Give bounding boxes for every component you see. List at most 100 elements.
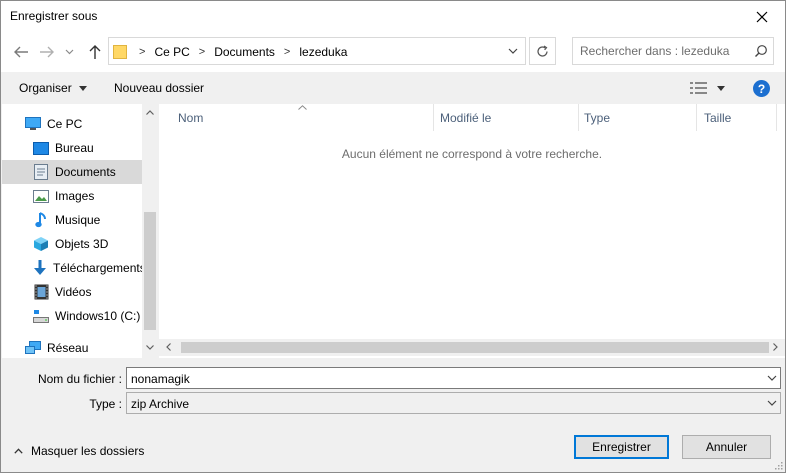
column-header-label: Type: [584, 110, 611, 125]
sidebar-item-label: Images: [55, 189, 95, 203]
arrow-left-icon: [14, 46, 28, 58]
videos-icon: [33, 284, 49, 300]
computer-icon: [25, 116, 41, 132]
3d-objects-icon: [33, 236, 49, 252]
caret-down-icon: [78, 85, 87, 91]
empty-message: Aucun élément ne correspond à votre rech…: [341, 147, 603, 161]
save-as-dialog: Enregistrer sous > Ce PC > Documents > l…: [0, 0, 786, 473]
sidebar-item-bureau[interactable]: Bureau: [2, 136, 142, 160]
chevron-up-icon: [146, 110, 154, 115]
column-header-label: Modifié le: [440, 110, 492, 125]
scrollbar-thumb[interactable]: [144, 212, 156, 330]
resize-grip-icon[interactable]: [773, 460, 783, 470]
breadcrumb-item[interactable]: Documents: [214, 45, 275, 59]
new-folder-label: Nouveau dossier: [114, 81, 205, 95]
cancel-button[interactable]: Annuler: [682, 435, 771, 459]
details-view-icon: [690, 82, 707, 94]
organize-button[interactable]: Organiser: [19, 81, 87, 95]
address-history-button[interactable]: [500, 38, 525, 64]
close-button[interactable]: [739, 1, 785, 32]
arrow-up-icon: [89, 45, 101, 59]
pictures-icon: [33, 188, 49, 204]
chevron-down-icon: [146, 345, 154, 350]
new-folder-button[interactable]: Nouveau dossier: [114, 81, 204, 95]
search-icon[interactable]: [754, 44, 768, 61]
breadcrumb-separator-icon: >: [283, 46, 291, 58]
organize-label: Organiser: [19, 81, 72, 95]
chevron-down-icon: [65, 49, 73, 55]
chevron-right-icon: [773, 343, 778, 351]
breadcrumb-item[interactable]: lezeduka: [299, 45, 347, 59]
sidebar-item-label: Vidéos: [55, 285, 92, 299]
sidebar-item-documents[interactable]: Documents: [2, 160, 142, 184]
chevron-up-icon: [14, 448, 23, 454]
save-button[interactable]: Enregistrer: [574, 435, 669, 459]
arrow-right-icon: [40, 46, 54, 58]
sidebar-item-ce-pc[interactable]: Ce PC: [2, 112, 142, 136]
search-box[interactable]: [572, 37, 774, 65]
sidebar-item-images[interactable]: Images: [2, 184, 142, 208]
documents-icon: [33, 164, 49, 180]
navigation-scrollbar[interactable]: [142, 104, 158, 358]
sidebar-item-windows10-c[interactable]: Windows10 (C:): [2, 304, 142, 328]
scrollbar-thumb[interactable]: [181, 342, 769, 353]
address-bar[interactable]: > Ce PC > Documents > lezeduka: [108, 37, 526, 65]
column-header-label: Nom: [178, 110, 204, 125]
column-header-type[interactable]: Type: [579, 104, 697, 131]
column-header-label: Taille: [704, 110, 732, 125]
column-header-nom[interactable]: Nom: [159, 104, 434, 131]
sidebar-item-objets-3d[interactable]: Objets 3D: [2, 232, 142, 256]
chevron-down-icon: [508, 48, 517, 54]
window-title: Enregistrer sous: [10, 9, 98, 23]
sidebar-item-label: Téléchargements: [53, 261, 142, 275]
desktop-icon: [33, 140, 49, 156]
chevron-down-icon: [767, 400, 777, 406]
help-button[interactable]: ?: [753, 80, 770, 97]
sidebar-item-musique[interactable]: Musique: [2, 208, 142, 232]
refresh-icon: [537, 44, 548, 57]
title-bar: Enregistrer sous: [1, 1, 785, 32]
navigation-pane: Ce PC Bureau Documents Images Musique Ob…: [2, 104, 158, 358]
horizontal-scrollbar[interactable]: [159, 339, 785, 356]
file-list: Nom Modifié le Type Taille Aucun élément…: [159, 104, 785, 358]
filename-label: Nom du fichier :: [37, 372, 122, 386]
filename-value: nonamagik: [131, 372, 190, 386]
sidebar-item-label: Windows10 (C:): [55, 309, 141, 323]
downloads-icon: [33, 260, 47, 276]
breadcrumb-separator-icon: >: [139, 46, 146, 58]
recent-locations-button[interactable]: [62, 42, 76, 62]
sidebar-item-label: Ce PC: [47, 117, 83, 131]
column-header-modifie[interactable]: Modifié le: [434, 104, 579, 131]
folder-icon: [113, 44, 127, 62]
chevron-down-icon[interactable]: [767, 372, 777, 384]
sidebar-item-videos[interactable]: Vidéos: [2, 280, 142, 304]
hide-folders-label: Masquer les dossiers: [31, 444, 145, 458]
file-type-select[interactable]: zip Archive: [126, 392, 781, 414]
refresh-button[interactable]: [529, 37, 556, 65]
network-icon: [25, 340, 41, 356]
up-button[interactable]: [84, 42, 106, 62]
type-label: Type :: [89, 397, 122, 411]
breadcrumb-item[interactable]: Ce PC: [154, 45, 189, 59]
sidebar-item-label: Documents: [55, 165, 116, 179]
command-bar: Organiser Nouveau dossier ?: [1, 72, 785, 104]
sidebar-item-label: Réseau: [47, 341, 89, 355]
view-options-button[interactable]: [690, 82, 725, 94]
sidebar-item-telechargements[interactable]: Téléchargements: [2, 256, 142, 280]
caret-down-icon: [717, 85, 725, 91]
music-icon: [33, 212, 49, 228]
hide-folders-button[interactable]: Masquer les dossiers: [14, 444, 144, 458]
filename-field[interactable]: nonamagik: [126, 367, 781, 389]
sidebar-item-reseau[interactable]: Réseau: [2, 336, 142, 360]
sidebar-item-label: Musique: [55, 213, 101, 227]
chevron-left-icon: [166, 343, 171, 351]
drive-icon: [33, 308, 49, 324]
sidebar-item-label: Bureau: [55, 141, 94, 155]
svg-text:?: ?: [758, 82, 765, 96]
search-input[interactable]: [580, 44, 745, 58]
breadcrumb: > Ce PC > Documents > lezeduka: [135, 45, 347, 59]
back-button[interactable]: [10, 42, 32, 62]
column-header-taille[interactable]: Taille: [697, 104, 777, 131]
breadcrumb-separator-icon: >: [198, 46, 206, 58]
forward-button[interactable]: [36, 42, 58, 62]
